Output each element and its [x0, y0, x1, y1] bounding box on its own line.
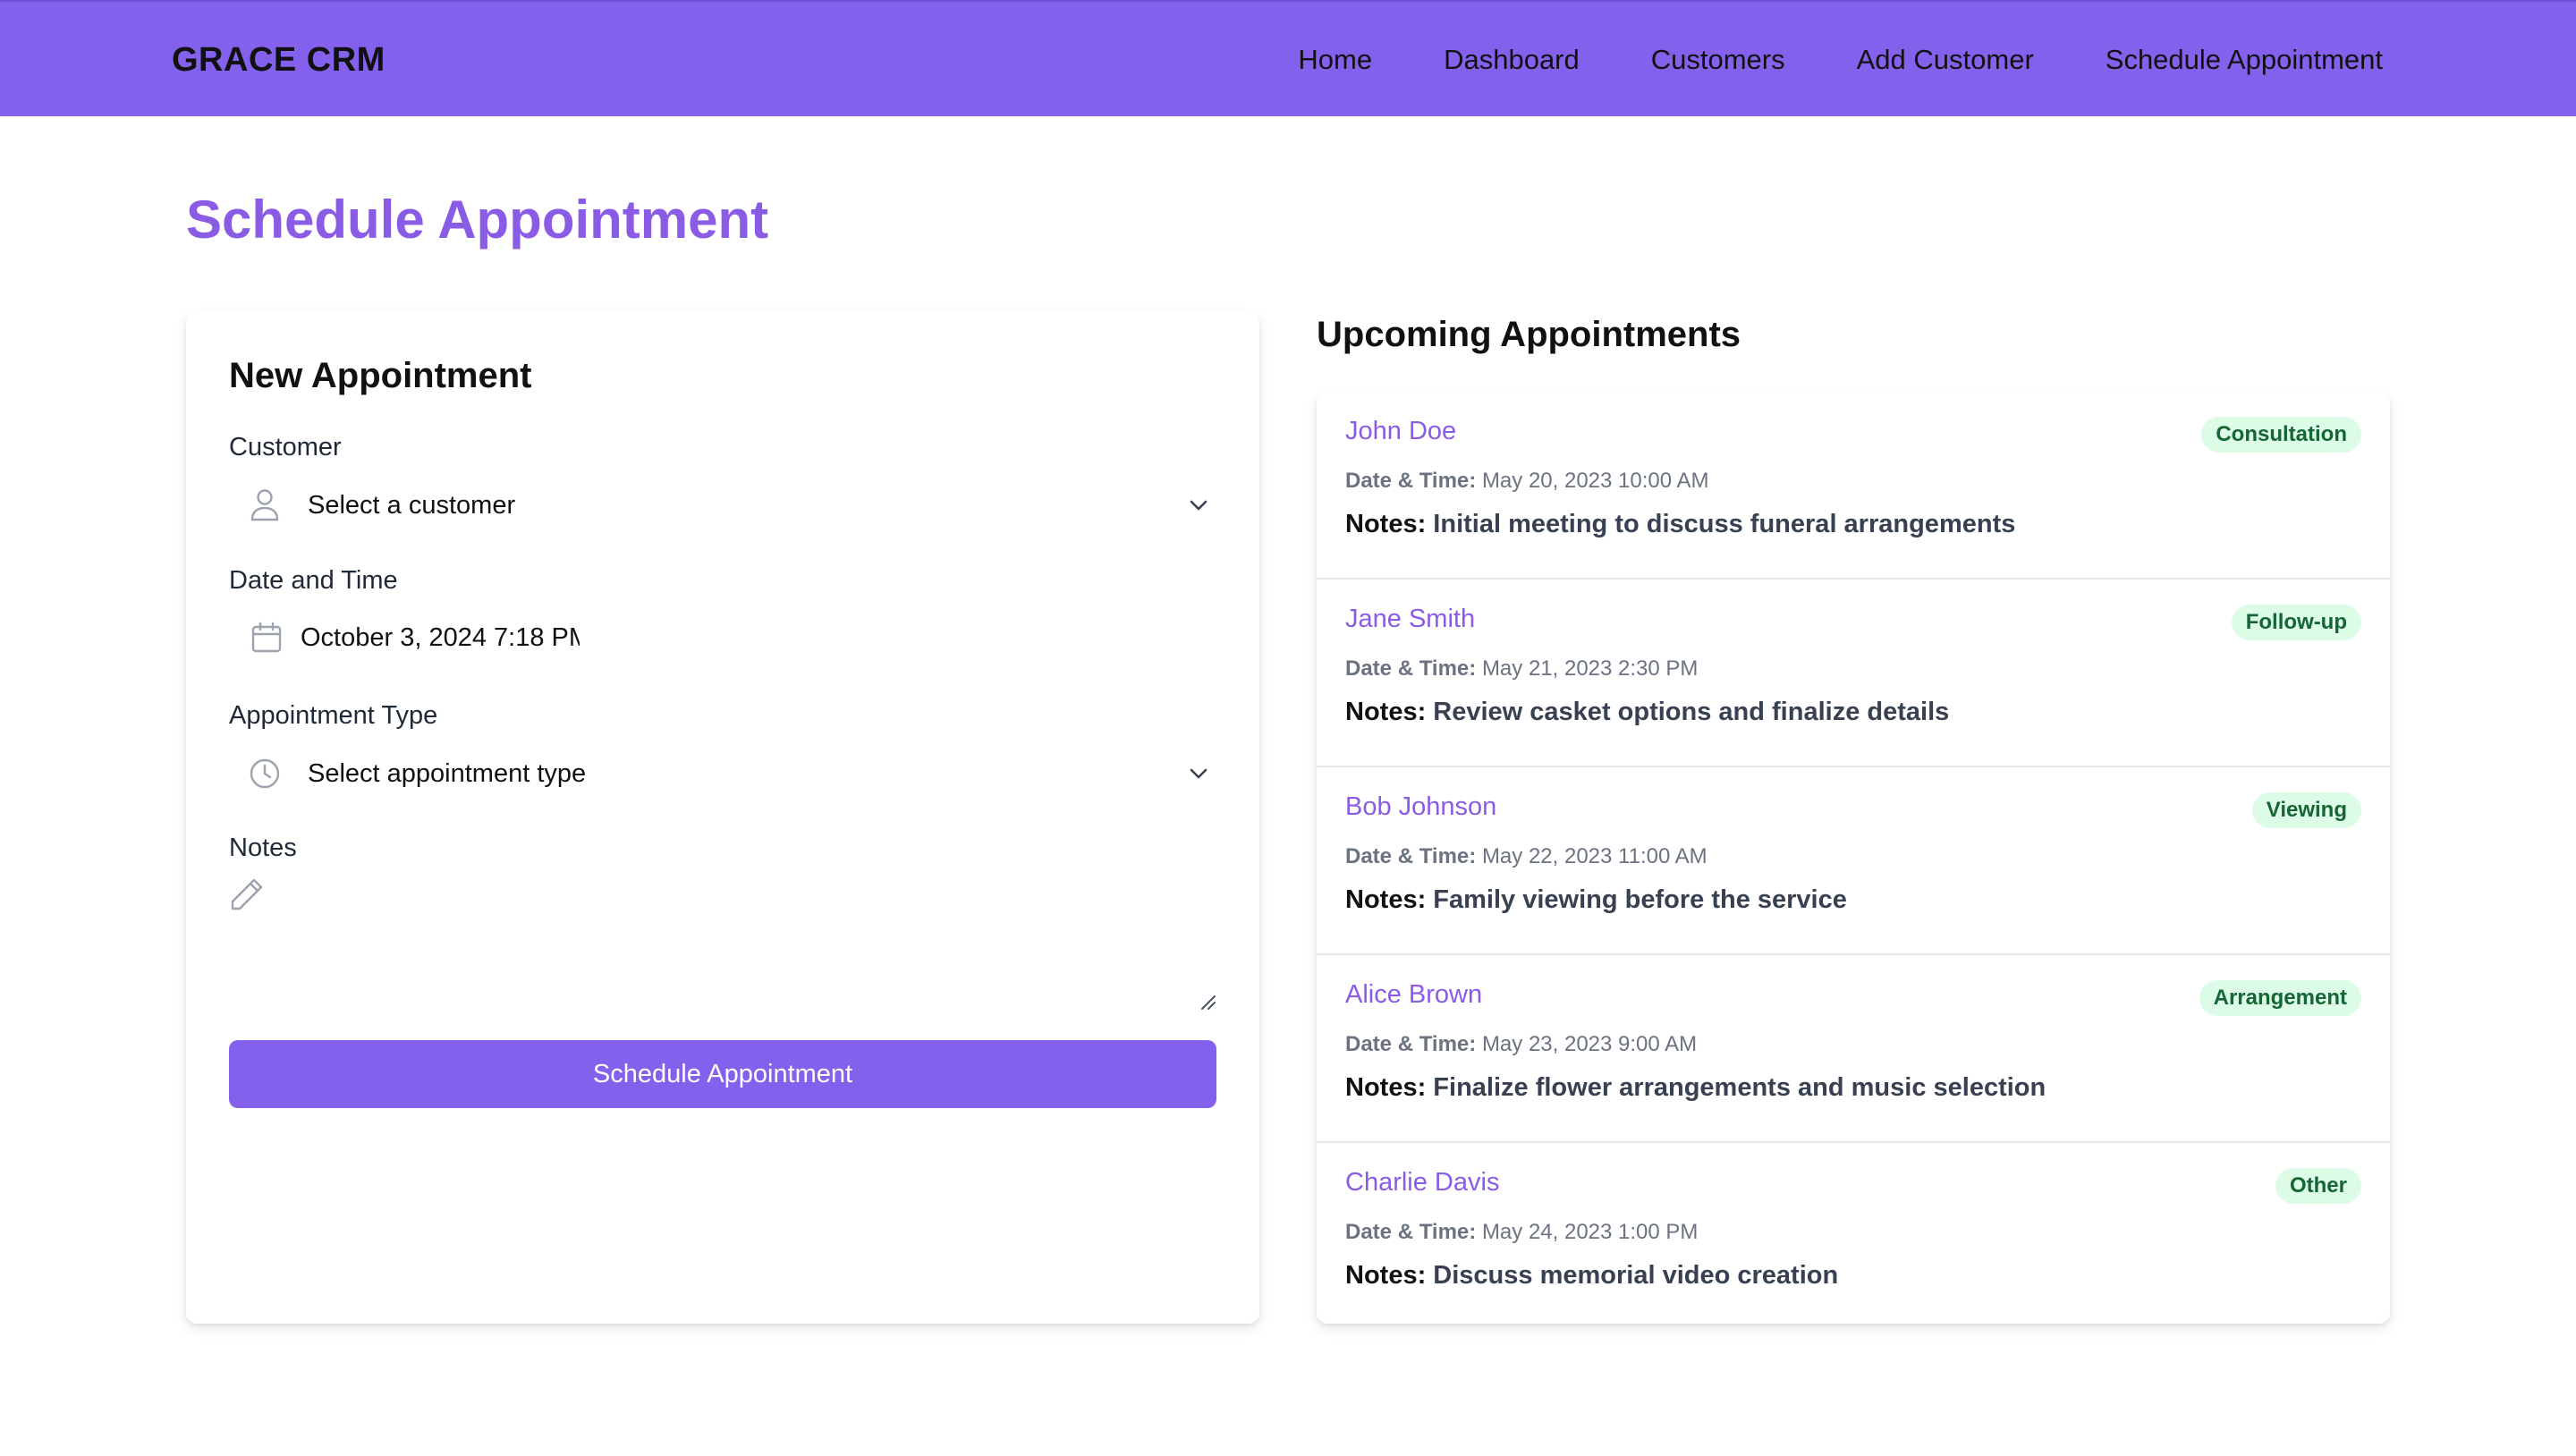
datetime-value: May 21, 2023 2:30 PM — [1481, 656, 1699, 681]
notes-textarea[interactable] — [229, 876, 1216, 1011]
datetime-key: Date & Time: — [1345, 1032, 1477, 1056]
form-heading: New Appointment — [229, 356, 532, 395]
resize-handle-icon[interactable] — [1199, 993, 1216, 1011]
nav-dashboard[interactable]: Dashboard — [1444, 44, 1580, 76]
appointment-type-badge: Consultation — [2201, 417, 2361, 453]
appointment-notes: Notes: Initial meeting to discuss funera… — [1345, 510, 2015, 539]
datetime-input[interactable]: October 3, 2024 7:18 PM — [229, 606, 623, 669]
appointment-type-badge: Viewing — [2251, 792, 2361, 828]
appointment-notes: Notes: Finalize flower arrangements and … — [1345, 1073, 2046, 1103]
appointment-type-value: Select appointment type — [308, 758, 587, 788]
appointment-customer-name[interactable]: Bob Johnson — [1345, 792, 1496, 822]
datetime-key: Date & Time: — [1345, 469, 1477, 493]
notes-text: Review casket options and finalize detai… — [1433, 698, 1950, 726]
nav-home[interactable]: Home — [1298, 44, 1372, 76]
notes-key: Notes: — [1345, 885, 1427, 914]
brand-logo[interactable]: GRACE CRM — [172, 2, 386, 118]
notes-key: Notes: — [1345, 1073, 1427, 1102]
notes-key: Notes: — [1345, 698, 1427, 726]
datetime-key: Date & Time: — [1345, 844, 1477, 868]
appointment-item: Alice Brown Arrangement Date & Time: May… — [1317, 955, 2390, 1143]
datetime-value: May 22, 2023 11:00 AM — [1481, 844, 1707, 868]
appointment-item: Charlie Davis Other Date & Time: May 24,… — [1317, 1143, 2390, 1324]
nav-schedule-appointment[interactable]: Schedule Appointment — [2106, 44, 2383, 76]
appointment-notes: Notes: Discuss memorial video creation — [1345, 1261, 1838, 1291]
datetime-value: May 24, 2023 1:00 PM — [1481, 1220, 1699, 1244]
notes-text: Discuss memorial video creation — [1433, 1261, 1839, 1290]
navbar: GRACE CRM Home Dashboard Customers Add C… — [0, 0, 2576, 116]
datetime-label: Date and Time — [229, 566, 398, 595]
appointment-type-label: Appointment Type — [229, 701, 438, 730]
appointment-item: Bob Johnson Viewing Date & Time: May 22,… — [1317, 767, 2390, 955]
customer-label: Customer — [229, 433, 342, 461]
notes-text: Family viewing before the service — [1433, 885, 1847, 914]
appointment-item: Jane Smith Follow-up Date & Time: May 21… — [1317, 580, 2390, 767]
appointment-customer-name[interactable]: Jane Smith — [1345, 605, 1475, 634]
page-title: Schedule Appointment — [186, 190, 769, 250]
notes-text: Finalize flower arrangements and music s… — [1433, 1073, 2046, 1102]
appointment-type-badge: Other — [2275, 1168, 2361, 1204]
appointment-datetime: Date & Time: May 20, 2023 10:00 AM — [1345, 469, 1708, 494]
customer-select-value: Select a customer — [308, 490, 516, 520]
appointment-customer-name[interactable]: Alice Brown — [1345, 980, 1482, 1010]
schedule-appointment-button[interactable]: Schedule Appointment — [229, 1040, 1216, 1108]
datetime-key: Date & Time: — [1345, 656, 1477, 681]
notes-key: Notes: — [1345, 1261, 1427, 1290]
appointment-list: John Doe Consultation Date & Time: May 2… — [1317, 392, 2390, 1324]
appointment-item: John Doe Consultation Date & Time: May 2… — [1317, 392, 2390, 580]
notes-label: Notes — [229, 834, 297, 862]
notes-text: Initial meeting to discuss funeral arran… — [1433, 510, 2016, 538]
nav-links: Home Dashboard Customers Add Customer Sc… — [1298, 2, 2383, 118]
appointment-datetime: Date & Time: May 23, 2023 9:00 AM — [1345, 1032, 1697, 1057]
appointment-type-badge: Arrangement — [2199, 980, 2361, 1016]
notes-key: Notes: — [1345, 510, 1427, 538]
upcoming-heading: Upcoming Appointments — [1317, 315, 1741, 354]
customer-select[interactable]: Select a customer — [229, 474, 1216, 537]
pencil-icon — [229, 876, 265, 917]
calendar-icon — [249, 620, 284, 656]
nav-customers[interactable]: Customers — [1651, 44, 1785, 76]
datetime-value: May 23, 2023 9:00 AM — [1481, 1032, 1698, 1056]
clock-icon — [247, 756, 283, 791]
appointment-type-select[interactable]: Select appointment type — [229, 742, 1216, 805]
chevron-down-icon — [1181, 756, 1216, 791]
appointment-notes: Notes: Family viewing before the service — [1345, 885, 1847, 915]
appointment-datetime: Date & Time: May 21, 2023 2:30 PM — [1345, 656, 1698, 681]
datetime-key: Date & Time: — [1345, 1220, 1477, 1244]
appointment-type-badge: Follow-up — [2231, 605, 2361, 640]
datetime-input-value: October 3, 2024 7:18 PM — [301, 622, 580, 652]
chevron-down-icon — [1181, 487, 1216, 523]
appointment-datetime: Date & Time: May 22, 2023 11:00 AM — [1345, 844, 1707, 869]
appointment-customer-name[interactable]: John Doe — [1345, 417, 1456, 446]
appointment-customer-name[interactable]: Charlie Davis — [1345, 1168, 1499, 1198]
new-appointment-form: New Appointment Customer Select a custom… — [186, 311, 1259, 1324]
datetime-value: May 20, 2023 10:00 AM — [1481, 469, 1709, 493]
nav-add-customer[interactable]: Add Customer — [1857, 44, 2034, 76]
appointment-datetime: Date & Time: May 24, 2023 1:00 PM — [1345, 1220, 1698, 1245]
appointment-notes: Notes: Review casket options and finaliz… — [1345, 698, 1949, 727]
user-icon — [247, 487, 283, 523]
